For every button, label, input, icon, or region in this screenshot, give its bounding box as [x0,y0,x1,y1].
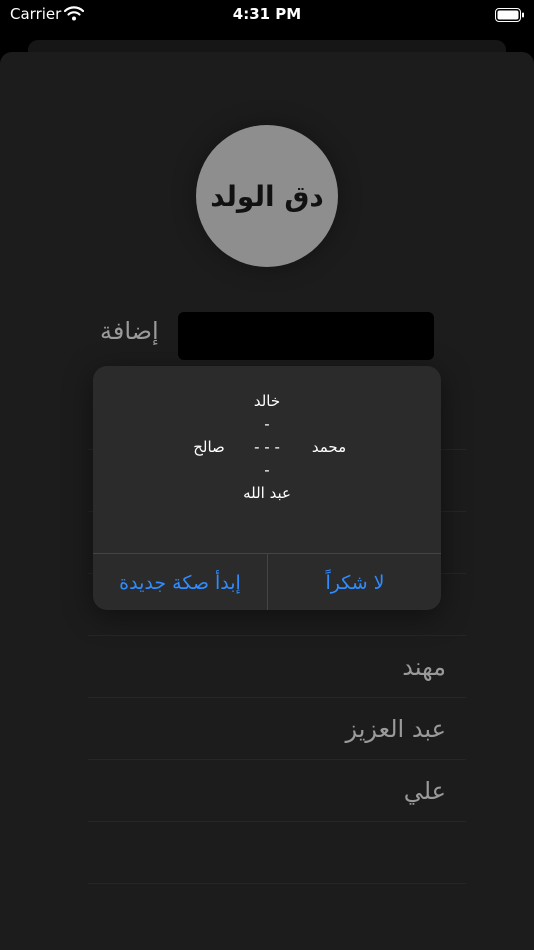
alert-dash-bottom: - [264,461,270,479]
list-item[interactable]: عبد العزيز [88,698,466,760]
list-item[interactable] [88,822,466,884]
alert-button-bar: إبدأ صكة جديدة لا شكراً [93,553,441,610]
alert-player-bottom: عبد الله [243,484,291,502]
list-item-label: عبد العزيز [345,715,446,743]
alert-player-top: خالد [253,392,281,410]
list-item[interactable]: مهند [88,636,466,698]
ball-button[interactable]: دق الولد [196,125,338,267]
list-item-label: علي [403,777,446,805]
no-thanks-button[interactable]: لا شكراً [268,554,441,610]
battery-icon [495,7,525,26]
status-time: 4:31 PM [232,5,302,23]
alert-dialog: خالد - محمد - - - صالح - عبد الله إبدأ ص… [93,366,441,610]
new-round-button[interactable]: إبدأ صكة جديدة [93,554,267,610]
alert-player-left: صالح [193,438,225,456]
list-item-label: مهند [402,653,446,681]
alert-dash-top: - [264,415,270,433]
name-input[interactable] [178,312,434,360]
list-item[interactable]: علي [88,760,466,822]
add-label: إضافة [100,317,159,345]
status-bar: Carrier 4:31 PM [0,0,534,30]
